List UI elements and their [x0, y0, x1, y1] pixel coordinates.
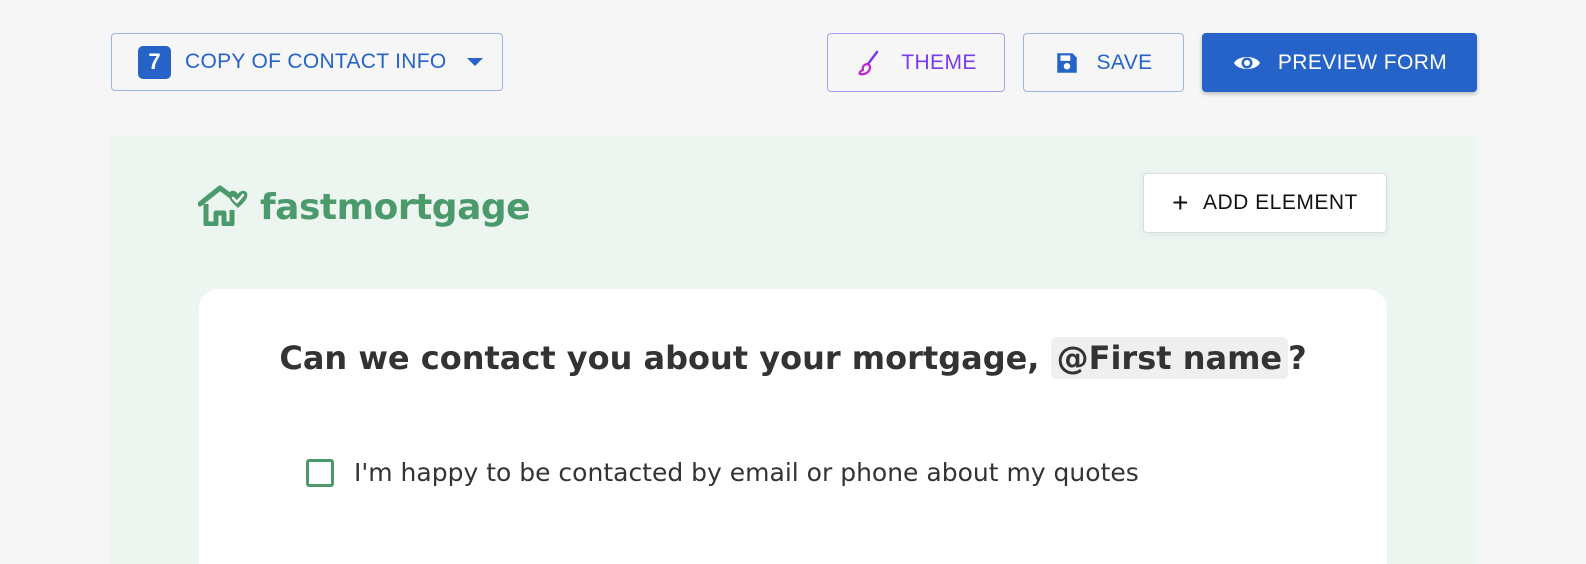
plus-icon: + — [1172, 187, 1189, 218]
consent-checkbox[interactable] — [306, 458, 334, 487]
add-element-button[interactable]: + ADD ELEMENT — [1143, 173, 1387, 233]
house-heart-icon — [197, 184, 250, 231]
brand-logo-text: fastmortgage — [260, 187, 531, 228]
form-editor-page: 7 COPY OF CONTACT INFO THEME SAVE PREVIE… — [0, 0, 1586, 564]
form-selector-dropdown[interactable]: 7 COPY OF CONTACT INFO — [111, 33, 503, 91]
theme-button[interactable]: THEME — [827, 33, 1005, 92]
eye-icon — [1232, 52, 1262, 74]
question-card: Can we contact you about your mortgage, … — [199, 289, 1387, 564]
paintbrush-icon — [855, 48, 885, 78]
preview-form-button[interactable]: PREVIEW FORM — [1202, 33, 1477, 92]
theme-button-label: THEME — [901, 50, 977, 74]
floppy-disk-icon — [1054, 50, 1080, 76]
question-title[interactable]: Can we contact you about your mortgage, … — [199, 337, 1387, 379]
form-number-badge: 7 — [138, 45, 171, 79]
merge-tag-first-name[interactable]: @First name — [1050, 337, 1289, 379]
form-canvas: fastmortgage + ADD ELEMENT Can we contac… — [110, 136, 1476, 564]
question-suffix: ? — [1288, 339, 1307, 377]
save-button[interactable]: SAVE — [1023, 33, 1184, 92]
preview-form-label: PREVIEW FORM — [1277, 50, 1448, 74]
add-element-label: ADD ELEMENT — [1203, 191, 1358, 214]
caret-down-icon — [466, 58, 483, 66]
question-text: Can we contact you about your mortgage, — [279, 339, 1040, 377]
form-name-label: COPY OF CONTACT INFO — [185, 50, 447, 73]
consent-label: I'm happy to be contacted by email or ph… — [354, 458, 1139, 487]
brand-logo: fastmortgage — [197, 184, 531, 231]
consent-option[interactable]: I'm happy to be contacted by email or ph… — [306, 458, 1139, 487]
save-button-label: SAVE — [1096, 50, 1153, 74]
